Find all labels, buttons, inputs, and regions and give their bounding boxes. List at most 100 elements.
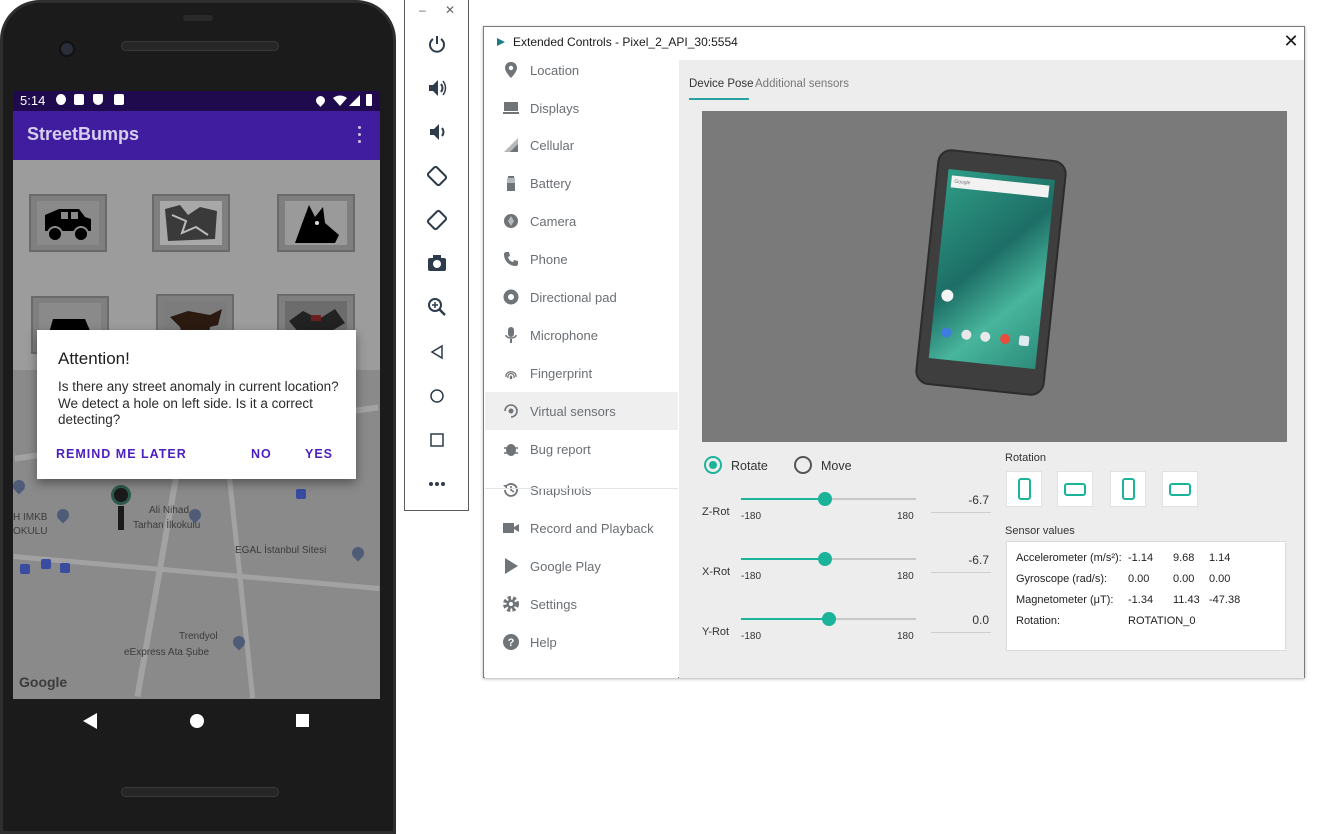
remind-later-button[interactable]: REMIND ME LATER <box>56 447 187 461</box>
sidebar-item-phone[interactable]: Phone <box>485 240 678 278</box>
vehicle-tile[interactable] <box>29 194 107 252</box>
sidebar-item-snapshots[interactable]: Snapshots <box>485 471 678 509</box>
rotate-radio[interactable] <box>704 456 722 474</box>
sidebar-item-help[interactable]: ? Help <box>485 623 678 661</box>
app-bar: StreetBumps <box>13 111 380 160</box>
back-button[interactable] <box>424 339 450 365</box>
bus-stop-icon[interactable] <box>41 559 51 569</box>
sidebar-item-microphone[interactable]: Microphone <box>485 316 678 354</box>
sidebar-item-label: Help <box>530 634 557 650</box>
sidebar-item-fingerprint[interactable]: Fingerprint <box>485 354 678 392</box>
sidebar-item-label: Fingerprint <box>530 365 593 381</box>
home-icon <box>430 389 444 403</box>
value-underline <box>931 572 991 573</box>
more-button[interactable] <box>424 471 450 497</box>
screenshot-button[interactable] <box>424 250 450 276</box>
slider-max-label: 180 <box>897 571 914 582</box>
sidebar-item-record-and-playback[interactable]: Record and Playback <box>485 509 678 547</box>
sensor-value-1: -1.34 <box>1128 594 1154 606</box>
sensor-name: Magnetometer (μT): <box>1016 594 1114 606</box>
sidebar-item-label: Cellular <box>530 137 575 153</box>
y-rot-value[interactable]: 0.0 <box>931 613 989 627</box>
zoom-button[interactable] <box>424 294 450 320</box>
sensor-value-1: ROTATION_0 <box>1128 615 1196 627</box>
sidebar-item-label: Snapshots <box>530 482 592 498</box>
z-rot-value[interactable]: -6.7 <box>931 493 989 507</box>
slider-thumb[interactable] <box>821 612 836 626</box>
sidebar-item-settings[interactable]: Settings <box>485 585 678 623</box>
home-button[interactable] <box>424 383 450 409</box>
rotation-reverse-landscape-button[interactable] <box>1162 471 1198 507</box>
pothole-tile[interactable] <box>152 194 230 252</box>
virtual-sensors-icon <box>502 402 520 420</box>
slider-thumb[interactable] <box>818 552 833 566</box>
dialog-message: Is there any street anomaly in current l… <box>58 379 339 427</box>
history-icon <box>502 481 520 499</box>
overview-button[interactable] <box>424 427 450 453</box>
dog-tile[interactable] <box>277 194 355 252</box>
overflow-menu-icon[interactable] <box>356 126 362 146</box>
sidebar-item-location[interactable]: Location <box>485 51 678 89</box>
bus-stop-icon[interactable] <box>20 564 30 574</box>
signal-status-icon <box>349 95 360 106</box>
minimize-button[interactable]: – <box>419 3 426 17</box>
slider-thumb[interactable] <box>818 492 833 506</box>
video-icon <box>502 519 520 537</box>
rotation-landscape-button[interactable] <box>1057 471 1093 507</box>
place-pin-icon[interactable] <box>13 477 28 495</box>
map-label: Tarhan İlkokulu <box>133 520 201 531</box>
sidebar-item-google-play[interactable]: Google Play <box>485 547 678 585</box>
recents-nav-icon[interactable] <box>296 714 309 727</box>
rotate-left-button[interactable] <box>424 163 450 189</box>
sidebar-item-cellular[interactable]: Cellular <box>485 126 678 164</box>
no-button[interactable]: NO <box>251 447 272 461</box>
sidebar-item-label: Battery <box>530 175 572 191</box>
z-rot-slider[interactable] <box>741 492 916 506</box>
current-location-marker-icon[interactable] <box>111 485 131 505</box>
rotation-reverse-portrait-button[interactable] <box>1110 471 1146 507</box>
map-label: Trendyol <box>179 631 218 642</box>
home-nav-icon[interactable] <box>190 714 204 728</box>
back-nav-icon[interactable] <box>83 713 97 729</box>
toolbar-close-button[interactable]: ✕ <box>445 3 455 17</box>
bus-stop-icon[interactable] <box>296 489 306 499</box>
window-close-button[interactable]: ✕ <box>1281 31 1301 51</box>
dog-icon <box>285 201 347 245</box>
place-pin-icon[interactable] <box>349 544 367 562</box>
bus-stop-icon[interactable] <box>60 563 70 573</box>
sidebar-item-directional-pad[interactable]: Directional pad <box>485 278 678 316</box>
location-status-icon <box>314 94 327 107</box>
sidebar-item-bug-report[interactable]: Bug report <box>485 430 678 468</box>
volume-up-button[interactable] <box>424 75 450 101</box>
window-title: Extended Controls - Pixel_2_API_30:5554 <box>513 35 738 49</box>
yes-button[interactable]: YES <box>305 447 333 461</box>
sidebar-item-virtual-sensors[interactable]: Virtual sensors <box>485 392 678 430</box>
school-pin-icon[interactable] <box>54 506 72 524</box>
value-underline <box>931 632 991 633</box>
move-radio[interactable] <box>794 456 812 474</box>
reverse-portrait-icon <box>1121 478 1135 500</box>
sensor-name: Accelerometer (m/s²): <box>1016 552 1122 564</box>
rotate-right-button[interactable] <box>424 207 450 233</box>
bug-icon <box>502 440 520 458</box>
volume-down-button[interactable] <box>424 119 450 145</box>
x-rot-slider[interactable] <box>741 552 916 566</box>
wifi-status-icon <box>333 95 347 106</box>
device-pose-preview[interactable]: Google <box>702 111 1287 442</box>
sidebar-item-label: Settings <box>530 596 577 612</box>
earpiece-speaker <box>121 41 279 51</box>
power-button[interactable] <box>424 31 450 57</box>
google-logo: Google <box>19 674 68 690</box>
tab-additional-sensors[interactable]: Additional sensors <box>755 78 849 90</box>
x-rot-value[interactable]: -6.7 <box>931 553 989 567</box>
sidebar-item-battery[interactable]: Battery <box>485 164 678 202</box>
emulator-toolbar: – ✕ <box>404 0 469 511</box>
dpad-icon <box>502 288 520 306</box>
sidebar-item-camera[interactable]: Camera <box>485 202 678 240</box>
tab-device-pose[interactable]: Device Pose <box>689 78 754 90</box>
sidebar-item-displays[interactable]: Displays <box>485 89 678 127</box>
settings-status-icon <box>56 94 66 105</box>
sensor-value-1: 0.00 <box>1128 573 1150 585</box>
y-rot-slider[interactable] <box>741 612 916 626</box>
rotation-portrait-button[interactable] <box>1006 471 1042 507</box>
